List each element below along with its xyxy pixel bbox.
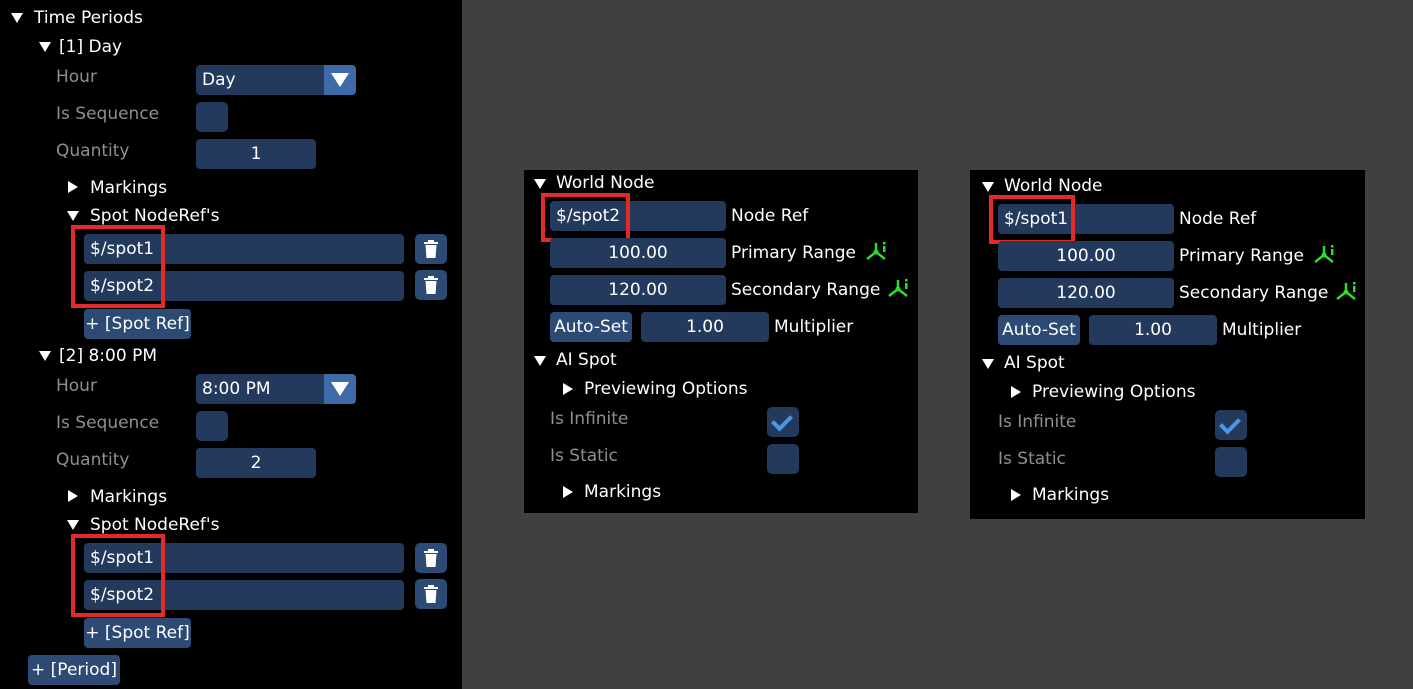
auto-set-button[interactable]: Auto-Set [998,315,1080,345]
axis-gizmo-icon[interactable] [886,277,910,301]
is-sequence-checkbox[interactable] [196,102,228,132]
hour-dropdown[interactable]: Day [196,65,356,95]
triangle-right-icon[interactable] [1011,489,1021,501]
chevron-down-icon[interactable] [324,65,356,95]
is-infinite-checkbox[interactable] [1215,410,1247,440]
markings-toggle[interactable]: Markings [90,177,167,199]
primary-range-input[interactable]: 100.00 [998,241,1174,271]
add-spot-ref-button[interactable]: + [Spot Ref] [84,618,191,648]
highlight-box [541,193,630,242]
is-static-label: Is Static [998,449,1066,469]
primary-range-input[interactable]: 100.00 [550,238,726,268]
add-spot-ref-button[interactable]: + [Spot Ref] [84,309,191,339]
multiplier-input[interactable]: 1.00 [1089,315,1217,345]
axis-gizmo-icon[interactable] [864,240,888,264]
triangle-right-icon[interactable] [563,383,573,395]
triangle-down-icon[interactable] [39,351,51,361]
quantity-input[interactable]: 2 [196,448,316,478]
is-static-label: Is Static [550,446,618,466]
multiplier-label: Multiplier [1222,320,1302,340]
quantity-label: Quantity [56,141,130,161]
triangle-down-icon[interactable] [982,359,994,369]
time-periods-panel: Time Periods [1] Day Hour Day Is Sequenc… [0,0,462,689]
triangle-right-icon[interactable] [68,181,78,193]
trash-icon[interactable] [415,234,447,264]
triangle-down-icon[interactable] [67,520,79,530]
spot-noderefs-toggle[interactable]: Spot NodeRef's [90,514,219,536]
checkmark-icon [771,409,793,432]
is-infinite-label: Is Infinite [550,409,629,429]
hour-label: Hour [56,67,97,87]
spot-noderefs-toggle[interactable]: Spot NodeRef's [90,205,219,227]
secondary-range-label: Secondary Range [1179,283,1329,303]
markings-toggle[interactable]: Markings [90,486,167,508]
world-node-panel: World Node $/spot2 Node Ref 100.00 Prima… [524,170,918,513]
previewing-options-toggle[interactable]: Previewing Options [584,378,747,400]
primary-range-label: Primary Range [731,243,856,263]
add-period-button[interactable]: + [Period] [28,655,120,685]
highlight-box [989,195,1075,244]
period-title[interactable]: [2] 8:00 PM [59,345,157,367]
axis-gizmo-icon[interactable] [1312,243,1336,267]
world-node-panel: World Node $/spot1 Node Ref 100.00 Prima… [970,170,1365,519]
primary-range-label: Primary Range [1179,246,1304,266]
triangle-down-icon[interactable] [39,42,51,52]
is-static-checkbox[interactable] [1215,447,1247,477]
markings-toggle[interactable]: Markings [1032,484,1109,506]
previewing-options-toggle[interactable]: Previewing Options [1032,381,1195,403]
is-infinite-label: Is Infinite [998,412,1077,432]
multiplier-input[interactable]: 1.00 [641,312,769,342]
node-ref-label: Node Ref [1179,209,1257,229]
quantity-input[interactable]: 1 [196,139,316,169]
quantity-label: Quantity [56,450,130,470]
period-title[interactable]: [1] Day [59,36,122,58]
time-periods-header[interactable]: Time Periods [34,7,143,29]
auto-set-button[interactable]: Auto-Set [550,312,632,342]
is-sequence-label: Is Sequence [56,413,160,433]
triangle-down-icon[interactable] [11,13,23,23]
secondary-range-label: Secondary Range [731,280,881,300]
triangle-down-icon[interactable] [534,179,546,189]
triangle-right-icon[interactable] [1011,386,1021,398]
hour-value: Day [202,70,236,90]
secondary-range-input[interactable]: 120.00 [550,275,726,305]
triangle-down-icon[interactable] [67,211,79,221]
trash-icon[interactable] [415,543,447,573]
hour-value: 8:00 PM [202,379,271,399]
is-static-checkbox[interactable] [767,444,799,474]
checkmark-icon [1219,412,1241,435]
highlight-box [71,225,165,308]
triangle-down-icon[interactable] [982,182,994,192]
world-node-header[interactable]: World Node [556,172,655,194]
ai-spot-header[interactable]: AI Spot [556,349,617,371]
triangle-down-icon[interactable] [534,356,546,366]
chevron-down-icon[interactable] [324,374,356,404]
is-infinite-checkbox[interactable] [767,407,799,437]
highlight-box [71,534,165,617]
hour-dropdown[interactable]: 8:00 PM [196,374,356,404]
node-ref-label: Node Ref [731,206,809,226]
is-sequence-label: Is Sequence [56,104,160,124]
multiplier-label: Multiplier [774,317,854,337]
trash-icon[interactable] [415,579,447,609]
markings-toggle[interactable]: Markings [584,481,661,503]
ai-spot-header[interactable]: AI Spot [1004,352,1065,374]
secondary-range-input[interactable]: 120.00 [998,278,1174,308]
hour-label: Hour [56,376,97,396]
trash-icon[interactable] [415,270,447,300]
axis-gizmo-icon[interactable] [1334,280,1358,304]
is-sequence-checkbox[interactable] [196,411,228,441]
triangle-right-icon[interactable] [563,486,573,498]
world-node-header[interactable]: World Node [1004,175,1103,197]
triangle-right-icon[interactable] [68,490,78,502]
